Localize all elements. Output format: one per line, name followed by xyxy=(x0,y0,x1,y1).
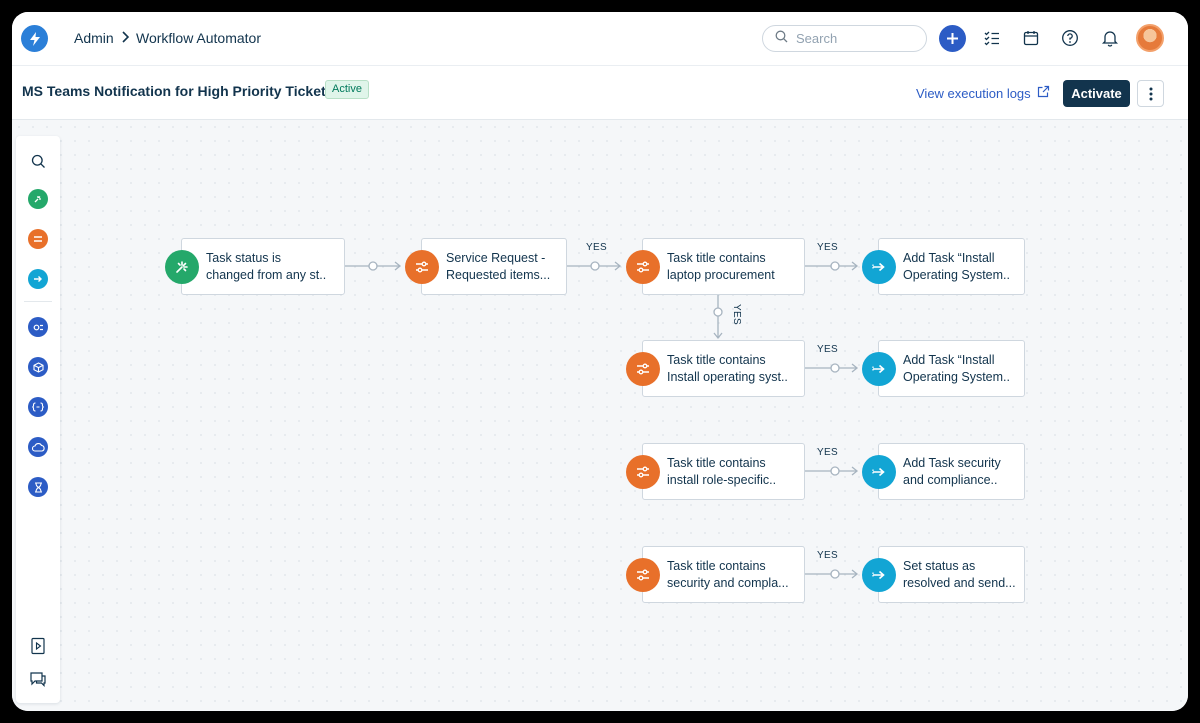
action-node[interactable]: Add Task security and compliance.. xyxy=(862,443,1025,500)
condition-icon xyxy=(405,250,439,284)
todo-list-icon[interactable] xyxy=(982,28,1002,48)
node-label: Task title contains laptop procurement xyxy=(667,250,775,282)
node-label: Task title contains security and compla.… xyxy=(667,558,789,590)
workflow-header: MS Teams Notification for High Priority … xyxy=(12,66,1188,120)
branch-label-yes: YES xyxy=(817,447,838,458)
node-label: Add Task “Install Operating System.. xyxy=(903,250,1010,282)
node-label: Task title contains Install operating sy… xyxy=(667,352,788,384)
status-badge: Active xyxy=(325,80,369,99)
more-options-button[interactable] xyxy=(1137,80,1164,107)
top-nav: Admin Workflow Automator Search xyxy=(12,12,1188,66)
condition-node[interactable]: Service Request - Requested items... xyxy=(405,238,567,295)
action-node[interactable]: Add Task “Install Operating System.. xyxy=(862,238,1025,295)
workflow-canvas[interactable]: YES YES YES YES YES YES Task status is c… xyxy=(12,120,1188,711)
logs-link-label: View execution logs xyxy=(916,85,1031,101)
condition-icon xyxy=(626,455,660,489)
search-input[interactable]: Search xyxy=(762,25,927,52)
condition-node[interactable]: Task title contains Install operating sy… xyxy=(626,340,805,397)
condition-icon xyxy=(626,250,660,284)
branch-label-yes: YES xyxy=(817,344,838,355)
plus-icon xyxy=(947,33,958,44)
breadcrumb-admin[interactable]: Admin xyxy=(74,30,114,46)
bell-icon[interactable] xyxy=(1100,28,1120,48)
search-icon xyxy=(775,30,788,48)
node-label: Add Task “Install Operating System.. xyxy=(903,352,1010,384)
condition-icon xyxy=(626,352,660,386)
breadcrumb-current: Workflow Automator xyxy=(136,30,262,46)
node-label: Task status is changed from any st.. xyxy=(206,250,327,282)
help-icon[interactable] xyxy=(1060,28,1080,48)
action-icon xyxy=(862,352,896,386)
freshservice-logo-icon[interactable] xyxy=(21,25,48,52)
action-icon xyxy=(862,455,896,489)
calendar-icon[interactable] xyxy=(1021,28,1041,48)
action-icon xyxy=(862,250,896,284)
condition-node[interactable]: Task title contains security and compla.… xyxy=(626,546,805,603)
branch-label-yes: YES xyxy=(817,242,838,253)
condition-node[interactable]: Task title contains install role-specifi… xyxy=(626,443,805,500)
connector-lines xyxy=(345,261,859,579)
condition-icon xyxy=(626,558,660,592)
node-label: Set status as resolved and send... xyxy=(903,558,1016,590)
action-node[interactable]: Add Task “Install Operating System.. xyxy=(862,340,1025,397)
event-node[interactable]: Task status is changed from any st.. xyxy=(165,238,345,295)
branch-label-yes: YES xyxy=(817,550,838,561)
node-label: Task title contains install role-specifi… xyxy=(667,455,777,487)
new-item-button[interactable] xyxy=(939,25,966,52)
user-avatar[interactable] xyxy=(1136,24,1164,52)
search-placeholder: Search xyxy=(796,31,838,46)
action-node[interactable]: Set status as resolved and send... xyxy=(862,546,1025,603)
condition-node[interactable]: Task title contains laptop procurement xyxy=(626,238,805,295)
workflow-title: MS Teams Notification for High Priority … xyxy=(22,83,326,99)
action-icon xyxy=(862,558,896,592)
branch-label-yes: YES xyxy=(586,242,607,253)
branch-label-yes: YES xyxy=(731,304,742,325)
kebab-menu-icon xyxy=(1149,87,1152,100)
view-execution-logs-link[interactable]: View execution logs xyxy=(916,85,1050,101)
node-label: Service Request - Requested items... xyxy=(446,250,551,282)
node-label: Add Task security and compliance.. xyxy=(903,455,1001,487)
event-icon xyxy=(165,250,199,284)
activate-button[interactable]: Activate xyxy=(1063,80,1130,107)
chevron-right-icon xyxy=(120,30,132,44)
app-window: Admin Workflow Automator Search MS Teams… xyxy=(12,12,1188,711)
external-link-icon xyxy=(1037,85,1050,101)
